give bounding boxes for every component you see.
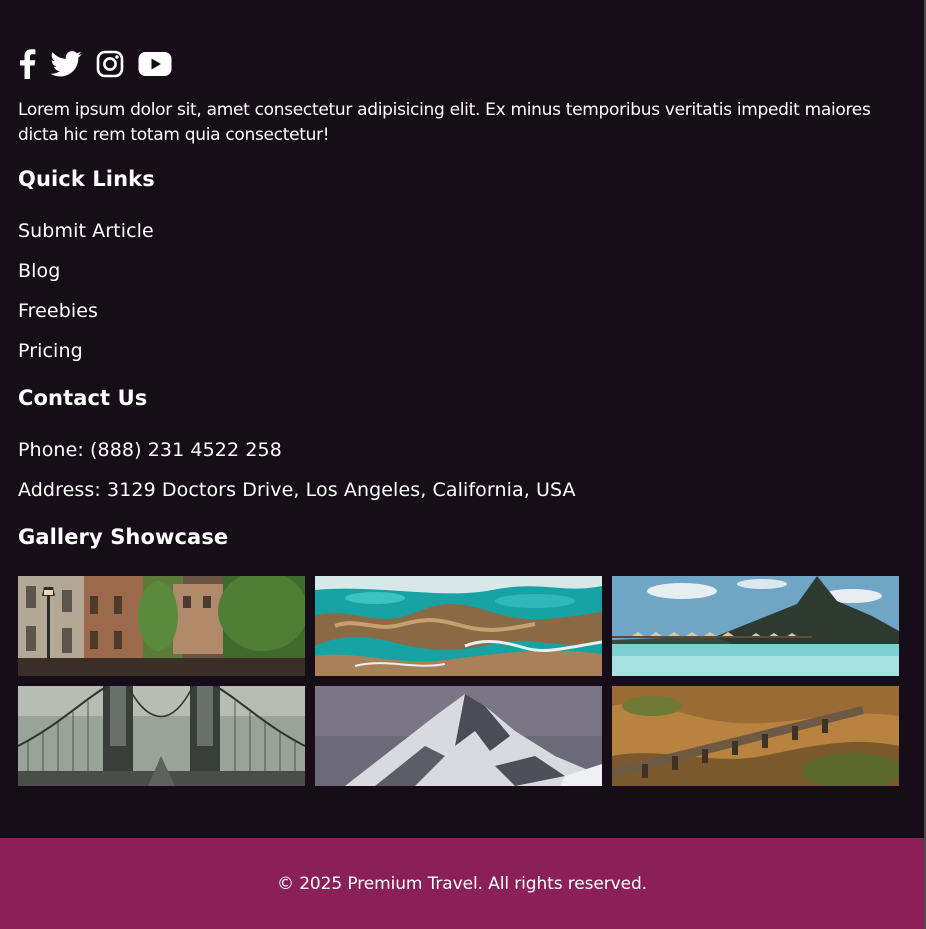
copyright-text: © 2025 Premium Travel. All rights reserv… [277, 873, 647, 894]
turquoise-coast-aerial-photo[interactable] [315, 576, 602, 676]
gallery-grid [18, 576, 899, 786]
footer: Lorem ipsum dolor sit, amet consectetur … [0, 0, 924, 838]
suspension-bridge-photo[interactable] [18, 686, 305, 786]
contact-heading: Contact Us [18, 386, 148, 410]
quick-links-heading: Quick Links [18, 167, 155, 191]
facebook-icon [20, 49, 36, 79]
contact-address: Address: 3129 Doctors Drive, Los Angeles… [18, 479, 576, 501]
street-with-ivy-photo[interactable] [18, 576, 305, 676]
link-freebies[interactable]: Freebies [18, 300, 98, 322]
youtube-icon [138, 52, 172, 76]
snowy-mountain-peak-photo[interactable] [315, 686, 602, 786]
contact-phone: Phone: (888) 231 4522 258 [18, 439, 282, 461]
about-text: Lorem ipsum dolor sit, amet consectetur … [18, 100, 871, 145]
link-submit-article[interactable]: Submit Article [18, 220, 154, 242]
youtube-link[interactable] [138, 48, 172, 80]
facebook-link[interactable] [18, 48, 36, 80]
copyright-bar: © 2025 Premium Travel. All rights reserv… [0, 838, 924, 929]
link-pricing[interactable]: Pricing [18, 340, 83, 362]
twitter-link[interactable] [50, 48, 82, 80]
gallery-heading: Gallery Showcase [18, 525, 229, 549]
link-blog[interactable]: Blog [18, 260, 60, 282]
twitter-icon [50, 51, 82, 77]
instagram-link[interactable] [96, 48, 124, 80]
overwater-bungalows-photo[interactable] [612, 576, 899, 676]
instagram-icon [96, 50, 124, 78]
page: Lorem ipsum dolor sit, amet consectetur … [0, 0, 926, 929]
stone-aqueduct-photo[interactable] [612, 686, 899, 786]
social-links [18, 48, 172, 80]
